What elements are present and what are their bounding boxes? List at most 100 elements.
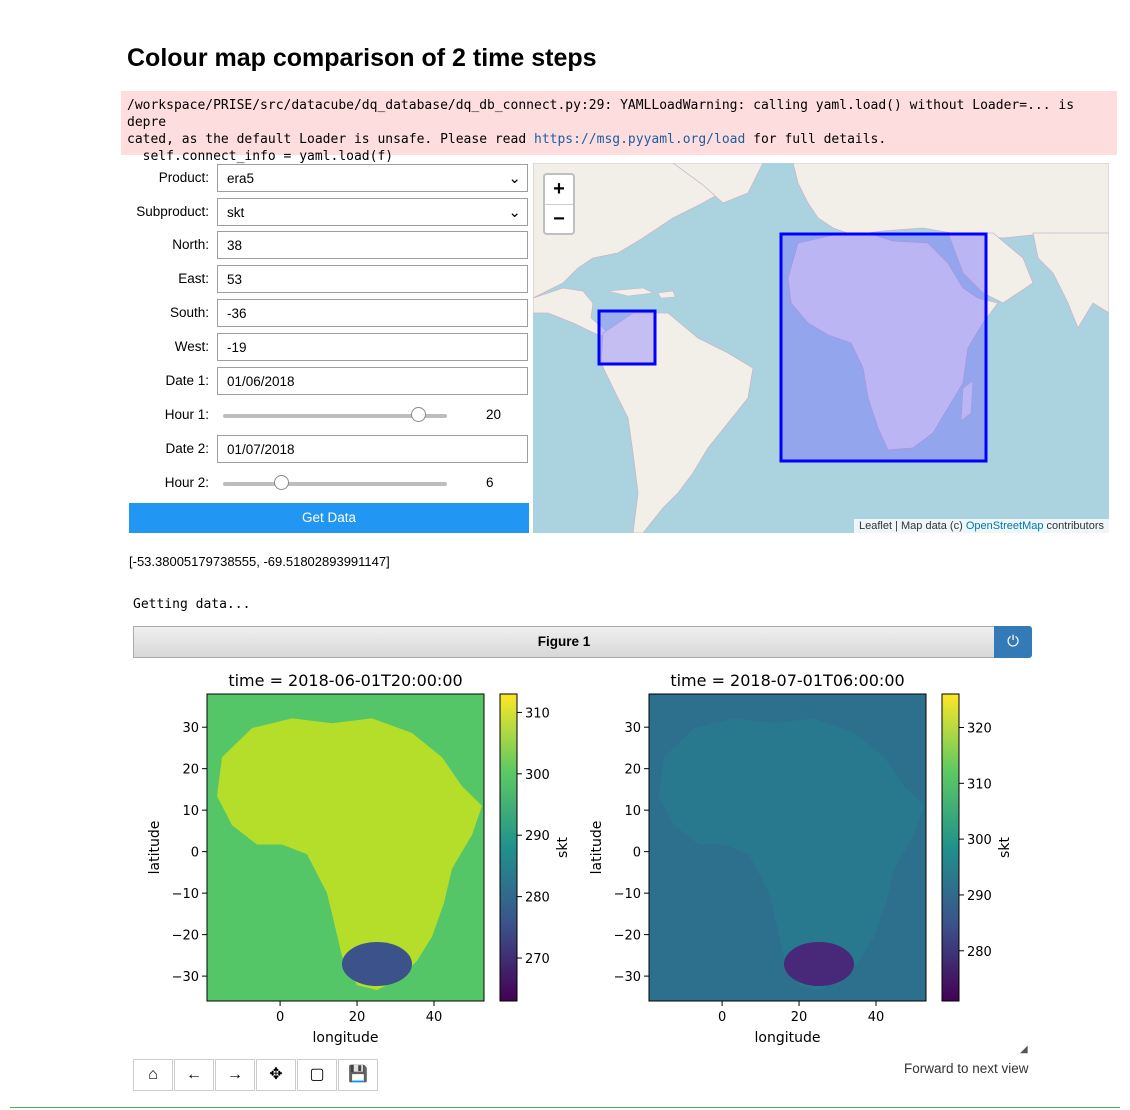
hour2-label: Hour 2: — [164, 475, 209, 490]
map-tiles — [533, 163, 1109, 533]
warning-line1: /workspace/PRISE/src/datacube/dq_databas… — [127, 98, 1082, 130]
status-output: Getting data... — [133, 597, 251, 612]
colorbar-tick-label: 320 — [967, 721, 992, 736]
hour2-slider[interactable] — [223, 482, 447, 486]
attrib-suffix: contributors — [1043, 520, 1104, 532]
hour1-value: 20 — [486, 407, 502, 422]
hour1-slider-handle[interactable] — [410, 407, 426, 422]
west-input[interactable]: -19 — [217, 333, 528, 361]
coords-output: [-53.38005179738555, -69.51802893991147] — [129, 554, 390, 569]
y-tick-label: 10 — [624, 804, 641, 819]
chevron-down-icon: ⌄ — [508, 170, 521, 187]
product-select[interactable]: era5 ⌄ — [217, 164, 528, 192]
resize-handle-icon[interactable]: ◢ — [1020, 1044, 1028, 1055]
east-input[interactable]: 53 — [217, 265, 528, 293]
map-attribution: Leaflet | Map data (c) OpenStreetMap con… — [854, 519, 1109, 533]
y-tick-label: 30 — [624, 721, 641, 736]
hour2-row: Hour 2: 6 — [129, 469, 529, 497]
date1-label: Date 1: — [165, 373, 209, 388]
y-tick-label: 0 — [191, 846, 199, 861]
forward-arrow-icon[interactable]: → — [215, 1059, 255, 1091]
colorbar-tick-label: 290 — [967, 889, 992, 904]
save-icon[interactable]: 💾 — [338, 1059, 378, 1091]
west-row: West: -19 — [129, 333, 529, 361]
y-tick-label: 10 — [182, 804, 199, 819]
zoom-out-button[interactable]: − — [545, 204, 573, 234]
colorbar-tick-label: 310 — [967, 777, 992, 792]
power-icon[interactable]: ⏻ — [994, 626, 1032, 658]
hour2-slider-handle[interactable] — [274, 475, 290, 490]
colorbar-label: skt — [997, 837, 1013, 858]
date2-input[interactable]: 01/07/2018 — [217, 435, 528, 463]
north-label: North: — [172, 237, 209, 252]
figure-status: Forward to next view — [904, 1061, 1029, 1076]
subproduct-value: skt — [227, 205, 245, 220]
colorbar-tick-label: 300 — [967, 833, 992, 848]
hour2-value: 6 — [486, 475, 494, 490]
x-axis-label: longitude — [313, 1030, 379, 1046]
chevron-down-icon: ⌄ — [508, 204, 521, 221]
page-title: Colour map comparison of 2 time steps — [127, 44, 597, 72]
south-row: South: -36 — [129, 299, 529, 327]
back-arrow-icon[interactable]: ← — [174, 1059, 214, 1091]
colorbar-label: skt — [555, 837, 571, 858]
colorbar-tick-label: 290 — [525, 829, 550, 844]
x-tick-label: 20 — [791, 1010, 808, 1025]
hour1-row: Hour 1: 20 — [129, 401, 529, 429]
product-label: Product: — [158, 170, 209, 185]
west-label: West: — [174, 339, 209, 354]
zoom-in-button[interactable]: + — [545, 175, 573, 204]
south-input[interactable]: -36 — [217, 299, 528, 327]
colorbar-tick-label: 280 — [525, 891, 550, 906]
colorbar-tick-label: 300 — [525, 768, 550, 783]
chart-left: time = 2018-06-01T20:00:00 0 20 40 30 20 10 0 −1… — [147, 671, 571, 1046]
hour1-label: Hour 1: — [164, 407, 209, 422]
move-icon[interactable]: ✥ — [256, 1059, 296, 1091]
colorbar-tick-label: 270 — [525, 952, 550, 967]
y-tick-label: 20 — [624, 763, 641, 778]
subproduct-label: Subproduct: — [136, 204, 209, 219]
north-input[interactable]: 38 — [217, 231, 528, 259]
zoom-rect-icon[interactable]: ▢ — [297, 1059, 337, 1091]
colorbar — [941, 693, 960, 1002]
x-tick-label: 40 — [426, 1010, 443, 1025]
leaflet-map[interactable]: + − Leaflet | Map data (c) OpenStreetMap… — [533, 163, 1109, 533]
east-label: East: — [178, 271, 209, 286]
warning-line2a: cated, as the default Loader is unsafe. … — [127, 132, 534, 147]
subproduct-select[interactable]: skt ⌄ — [217, 198, 528, 226]
y-axis-label: latitude — [589, 821, 605, 875]
x-tick-label: 20 — [349, 1010, 366, 1025]
north-row: North: 38 — [129, 231, 529, 259]
y-tick-label: −10 — [614, 887, 641, 902]
chart-right: time = 2018-07-01T06:00:00 0 20 40 30 20 10 0 −1… — [589, 671, 1013, 1046]
x-tick-label: 0 — [718, 1010, 726, 1025]
osm-link[interactable]: OpenStreetMap — [966, 520, 1044, 532]
y-tick-label: 20 — [182, 763, 199, 778]
figure-header: Figure 1 — [133, 626, 995, 658]
product-row: Product: era5 ⌄ — [129, 164, 529, 192]
x-tick-label: 0 — [276, 1010, 284, 1025]
date2-row: Date 2: 01/07/2018 — [129, 435, 529, 463]
home-icon[interactable]: ⌂ — [133, 1059, 173, 1091]
y-tick-label: 0 — [633, 846, 641, 861]
y-axis-label: latitude — [147, 821, 163, 875]
warning-link[interactable]: https://msg.pyyaml.org/load — [534, 132, 745, 147]
warning-line3: self.connect_info = yaml.load(f) — [127, 149, 394, 164]
heatmap-south-region — [342, 942, 412, 986]
east-row: East: 53 — [129, 265, 529, 293]
zoom-control: + − — [543, 173, 575, 235]
product-value: era5 — [227, 171, 255, 186]
x-axis-label: longitude — [755, 1030, 821, 1046]
date1-input[interactable]: 01/06/2018 — [217, 367, 528, 395]
divider — [10, 1107, 1120, 1108]
south-label: South: — [169, 305, 209, 320]
chart-title: time = 2018-06-01T20:00:00 — [228, 671, 462, 690]
y-tick-label: −20 — [172, 929, 199, 944]
heatmap-south-region — [784, 942, 854, 986]
y-tick-label: −30 — [172, 970, 199, 985]
subproduct-row: Subproduct: skt ⌄ — [129, 198, 529, 226]
get-data-button[interactable]: Get Data — [129, 503, 529, 533]
y-tick-label: 30 — [182, 721, 199, 736]
date1-row: Date 1: 01/06/2018 — [129, 367, 529, 395]
y-tick-label: −30 — [614, 970, 641, 985]
